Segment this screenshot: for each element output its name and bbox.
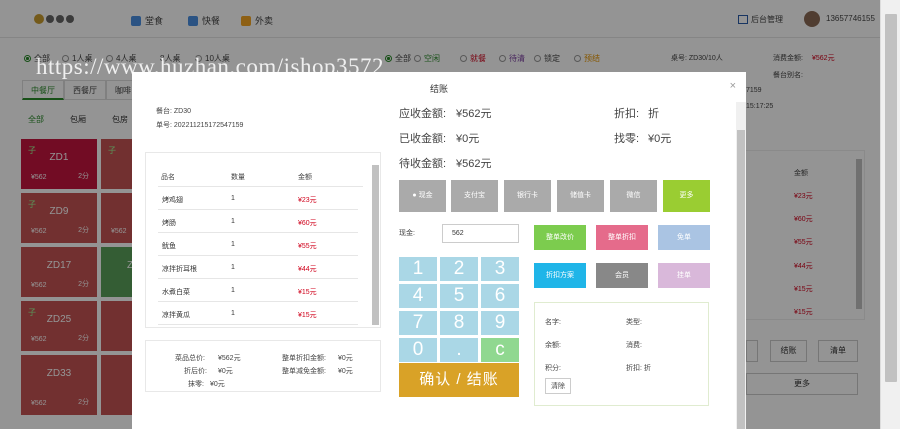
order-reduction-label: 整单减免金额: xyxy=(282,368,326,375)
change-value: ¥0元 xyxy=(648,133,672,145)
order-info: 餐台: ZD30 单号: 202211215172547159 xyxy=(145,94,381,137)
key-0[interactable]: 0 xyxy=(399,338,437,362)
order-discount-label: 整单折扣金额: xyxy=(282,355,326,362)
confirm-checkout-button[interactable]: 确认 / 结账 xyxy=(399,363,519,397)
member-consume: 消费: xyxy=(626,342,642,349)
pay-more-button[interactable]: 更多 xyxy=(663,180,710,212)
member-type: 类型: xyxy=(626,319,642,326)
pay-alipay-button[interactable]: 支付宝 xyxy=(451,180,498,212)
table-row[interactable]: 凉拌黄瓜 1 ¥15元 xyxy=(158,302,358,325)
key-7[interactable]: 7 xyxy=(399,311,437,335)
table-row[interactable]: 烤肠 1 ¥60元 xyxy=(158,210,358,233)
member-discount: 折扣: 折 xyxy=(626,365,651,372)
cash-label: 现金: xyxy=(399,230,415,237)
key-1[interactable]: 1 xyxy=(399,257,437,281)
due-value: ¥562元 xyxy=(456,108,492,120)
col-header-qty: 数量 xyxy=(231,174,245,181)
key-4[interactable]: 4 xyxy=(399,284,437,308)
items-scrollbar[interactable] xyxy=(372,165,379,325)
order-number: 单号: 202211215172547159 xyxy=(156,122,244,129)
pay-storedcard-button[interactable]: 储值卡 xyxy=(557,180,604,212)
table-label: 餐台: ZD30 xyxy=(156,108,192,115)
table-row[interactable]: 烤鸡翅 1 ¥23元 xyxy=(158,187,358,210)
pay-cash-button[interactable]: ● 现金 xyxy=(399,180,446,212)
pay-wechat-button[interactable]: 微信 xyxy=(610,180,657,212)
cash-input[interactable]: 562 xyxy=(442,224,519,243)
key-5[interactable]: 5 xyxy=(440,284,478,308)
round-label: 抹零: xyxy=(188,381,204,388)
key-2[interactable]: 2 xyxy=(440,257,478,281)
order-discount-value: ¥0元 xyxy=(338,355,353,362)
order-items: 品名 数量 金额 烤鸡翅 1 ¥23元 烤肠 1 ¥60元 鱿鱼 1 ¥55元 凉拌折耳根 1… xyxy=(145,152,381,328)
discount-label: 折扣: xyxy=(614,108,640,120)
order-discount-button[interactable]: 整单折扣 xyxy=(596,225,648,250)
change-label: 找零: xyxy=(614,133,640,145)
key-dot[interactable]: . xyxy=(440,338,478,362)
table-row[interactable]: 凉拌折耳根 1 ¥44元 xyxy=(158,256,358,279)
member-balance: 余额: xyxy=(545,342,561,349)
key-6[interactable]: 6 xyxy=(481,284,519,308)
page-scrollbar[interactable] xyxy=(880,0,900,429)
after-label: 折后价: xyxy=(184,368,207,375)
checkout-modal: 结账 × 餐台: ZD30 单号: 202211215172547159 品名 … xyxy=(132,72,746,429)
round-value: ¥0元 xyxy=(210,381,225,388)
pending-label: 待收金额: xyxy=(399,158,447,170)
pending-value: ¥562元 xyxy=(456,158,492,170)
discount-value: 折 xyxy=(648,108,659,120)
scroll-thumb[interactable] xyxy=(885,14,897,382)
total-value: ¥562元 xyxy=(218,355,241,362)
pay-bankcard-button[interactable]: 银行卡 xyxy=(504,180,551,212)
order-summary: 菜品总价: ¥562元 折后价: ¥0元 抹零: ¥0元 整单折扣金额: ¥0元… xyxy=(145,340,381,392)
after-value: ¥0元 xyxy=(218,368,233,375)
paid-label: 已收金额: xyxy=(399,133,447,145)
col-header-amount: 金额 xyxy=(298,174,312,181)
hold-order-button[interactable]: 挂单 xyxy=(658,263,710,288)
member-info: 名字: 类型: 余额: 消费: 积分: 折扣: 折 清除 xyxy=(534,302,709,406)
order-reduction-value: ¥0元 xyxy=(338,368,353,375)
total-label: 菜品总价: xyxy=(175,355,205,362)
key-8[interactable]: 8 xyxy=(440,311,478,335)
modal-scroll-thumb[interactable] xyxy=(737,130,745,429)
clear-member-button[interactable]: 清除 xyxy=(545,378,571,394)
close-icon[interactable]: × xyxy=(730,80,736,92)
watermark: https://www.huzhan.com/ishop3572 xyxy=(36,54,384,79)
member-points: 积分: xyxy=(545,365,561,372)
key-clear[interactable]: c xyxy=(481,338,519,362)
key-9[interactable]: 9 xyxy=(481,311,519,335)
member-name: 名字: xyxy=(545,319,561,326)
change-price-button[interactable]: 整单改价 xyxy=(534,225,586,250)
discount-plan-button[interactable]: 折扣方案 xyxy=(534,263,586,288)
table-row[interactable]: 鱿鱼 1 ¥55元 xyxy=(158,233,358,256)
member-button[interactable]: 会员 xyxy=(596,263,648,288)
col-header-name: 品名 xyxy=(161,174,175,181)
table-row[interactable]: 水煮白菜 1 ¥15元 xyxy=(158,279,358,302)
free-order-button[interactable]: 免单 xyxy=(658,225,710,250)
paid-value: ¥0元 xyxy=(456,133,480,145)
modal-scrollbar[interactable] xyxy=(736,102,746,429)
due-label: 应收金额: xyxy=(399,108,447,120)
key-3[interactable]: 3 xyxy=(481,257,519,281)
